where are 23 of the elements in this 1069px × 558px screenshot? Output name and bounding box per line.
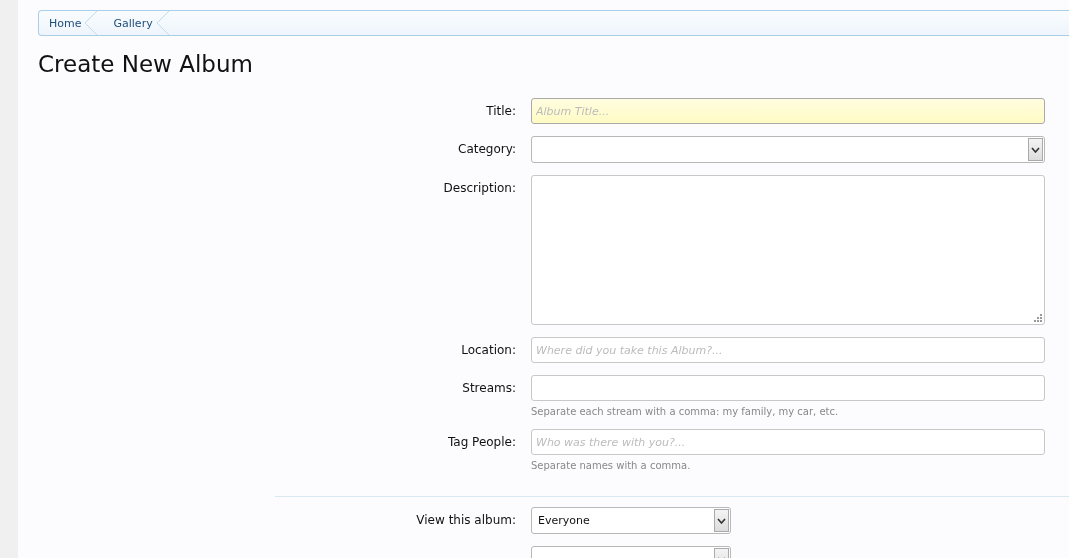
dropdown-button[interactable] xyxy=(1028,138,1043,161)
resize-grip-icon[interactable] xyxy=(1033,313,1042,322)
field-label: Location: xyxy=(460,342,517,359)
field-label: Description: xyxy=(442,180,517,197)
field-label: Tag People: xyxy=(446,434,517,451)
hint-text: Separate each stream with a comma: my family, my car, etc. xyxy=(531,406,840,417)
field-label: Title: xyxy=(485,103,517,120)
dropdown-button[interactable] xyxy=(714,509,729,532)
input-field[interactable] xyxy=(531,375,1045,401)
caret-icon xyxy=(717,517,726,524)
breadcrumb-link[interactable]: Gallery xyxy=(103,16,157,30)
select-field[interactable]: Everyone xyxy=(531,507,731,534)
hint-text: Separate names with a comma. xyxy=(531,460,692,471)
input-field[interactable]: Who was there with you?... xyxy=(531,429,1045,455)
input-field[interactable]: Album Title... xyxy=(531,98,1045,124)
breadcrumb-link[interactable]: Home xyxy=(39,16,86,30)
input-field[interactable]: Where did you take this Album?... xyxy=(531,337,1045,363)
field-label: View this album: xyxy=(415,512,517,529)
page-title: Create New Album xyxy=(38,50,254,78)
field-label: Category: xyxy=(457,141,517,158)
field-label: Streams: xyxy=(461,380,517,397)
caret-icon xyxy=(1031,146,1040,153)
select-field[interactable] xyxy=(531,136,1045,163)
